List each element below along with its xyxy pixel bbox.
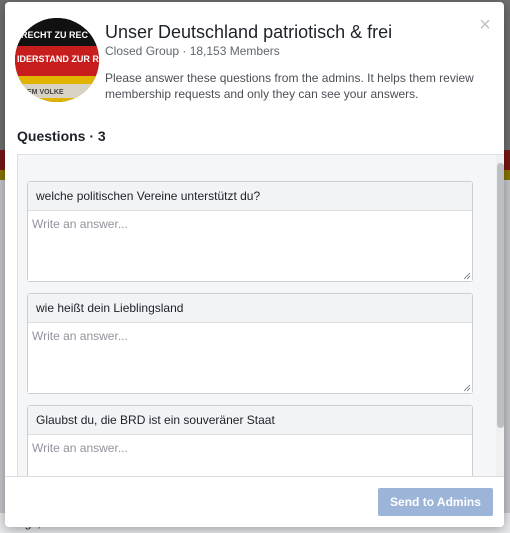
question-label: Glaubst du, die BRD ist ein souveräner S…	[28, 406, 472, 435]
svg-text:EM VOLKE: EM VOLKE	[27, 89, 64, 96]
questions-heading: Questions · 3	[17, 128, 106, 144]
question-label: welche politischen Vereine unterstützt d…	[28, 182, 472, 211]
dialog-footer: Send to Admins	[5, 476, 504, 527]
group-name[interactable]: Unser Deutschland patriotisch & frei	[105, 22, 392, 43]
send-to-admins-button[interactable]: Send to Admins	[378, 488, 493, 516]
svg-text:IDERSTAND ZUR R: IDERSTAND ZUR R	[17, 54, 99, 64]
svg-text:RECHT ZU REC: RECHT ZU REC	[21, 30, 88, 40]
question-card-2: wie heißt dein Lieblingsland	[27, 293, 473, 394]
group-meta: Closed Group · 18,153 Members	[105, 44, 280, 58]
close-icon[interactable]: ×	[478, 15, 492, 35]
group-avatar-image: RECHT ZU REC IDERSTAND ZUR R EM VOLKE	[15, 18, 99, 102]
resize-grip-icon[interactable]	[463, 384, 471, 392]
scrollbar-thumb[interactable]	[497, 163, 504, 428]
answer-input-2[interactable]	[28, 323, 472, 393]
scrollbar[interactable]	[496, 155, 504, 477]
question-card-3: Glaubst du, die BRD ist ein souveräner S…	[27, 405, 473, 477]
resize-grip-icon[interactable]	[463, 272, 471, 280]
answer-input-3[interactable]	[28, 435, 472, 477]
answer-input-1[interactable]	[28, 211, 472, 281]
question-card-1: welche politischen Vereine unterstützt d…	[27, 181, 473, 282]
intro-text: Please answer these questions from the a…	[105, 71, 474, 101]
background-right-edge	[504, 180, 510, 513]
questions-scroll-area[interactable]: welche politischen Vereine unterstützt d…	[17, 154, 504, 477]
question-label: wie heißt dein Lieblingsland	[28, 294, 472, 323]
membership-questions-dialog: × RECHT ZU REC IDERSTAND ZUR R EM VOLKE …	[5, 2, 504, 527]
group-avatar: RECHT ZU REC IDERSTAND ZUR R EM VOLKE	[15, 18, 99, 102]
